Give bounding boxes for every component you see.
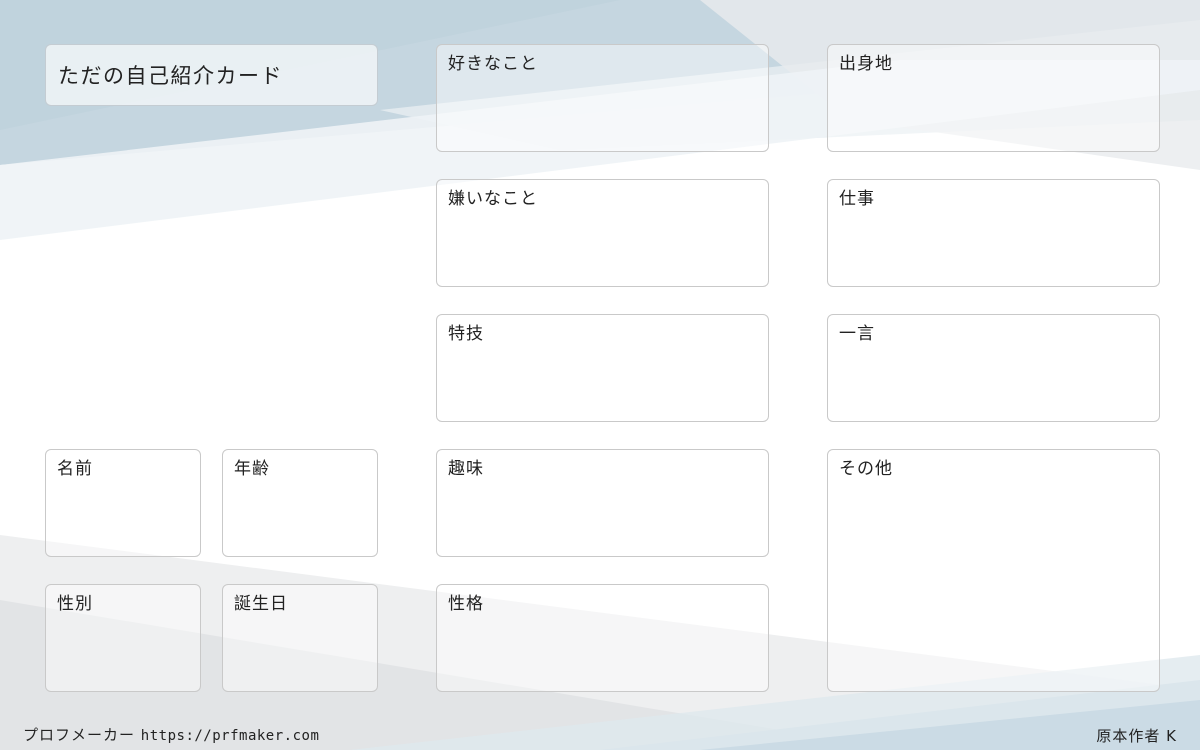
field-other[interactable]: その他 bbox=[827, 449, 1160, 692]
footer-author: 原本作者 K bbox=[1096, 727, 1177, 745]
field-special-skill-label: 特技 bbox=[448, 324, 484, 344]
field-birthplace[interactable]: 出身地 bbox=[827, 44, 1160, 152]
field-hobby-label: 趣味 bbox=[448, 459, 484, 479]
field-birthday-label: 誕生日 bbox=[234, 594, 288, 614]
field-age-label: 年齢 bbox=[234, 459, 270, 479]
field-one-word[interactable]: 一言 bbox=[827, 314, 1160, 422]
field-hobby[interactable]: 趣味 bbox=[436, 449, 769, 557]
field-age[interactable]: 年齢 bbox=[222, 449, 378, 557]
field-likes-label: 好きなこと bbox=[448, 54, 538, 74]
card-title: ただの自己紹介カード bbox=[58, 64, 283, 88]
field-name[interactable]: 名前 bbox=[45, 449, 201, 557]
field-likes[interactable]: 好きなこと bbox=[436, 44, 769, 152]
footer-url-link[interactable]: https://prfmaker.com bbox=[141, 728, 320, 744]
field-personality-label: 性格 bbox=[448, 594, 484, 614]
field-name-label: 名前 bbox=[57, 459, 93, 479]
field-job[interactable]: 仕事 bbox=[827, 179, 1160, 287]
footer-credit: プロフメーカー https://prfmaker.com bbox=[23, 725, 319, 746]
field-job-label: 仕事 bbox=[839, 189, 875, 209]
field-other-label: その他 bbox=[839, 459, 893, 479]
field-gender-label: 性別 bbox=[57, 594, 93, 614]
field-dislikes-label: 嫌いなこと bbox=[448, 189, 538, 209]
field-one-word-label: 一言 bbox=[839, 324, 875, 344]
field-birthplace-label: 出身地 bbox=[839, 54, 893, 74]
card-title-box: ただの自己紹介カード bbox=[45, 44, 378, 106]
field-dislikes[interactable]: 嫌いなこと bbox=[436, 179, 769, 287]
field-special-skill[interactable]: 特技 bbox=[436, 314, 769, 422]
field-personality[interactable]: 性格 bbox=[436, 584, 769, 692]
footer-brand: プロフメーカー bbox=[23, 726, 136, 744]
field-birthday[interactable]: 誕生日 bbox=[222, 584, 378, 692]
field-gender[interactable]: 性別 bbox=[45, 584, 201, 692]
